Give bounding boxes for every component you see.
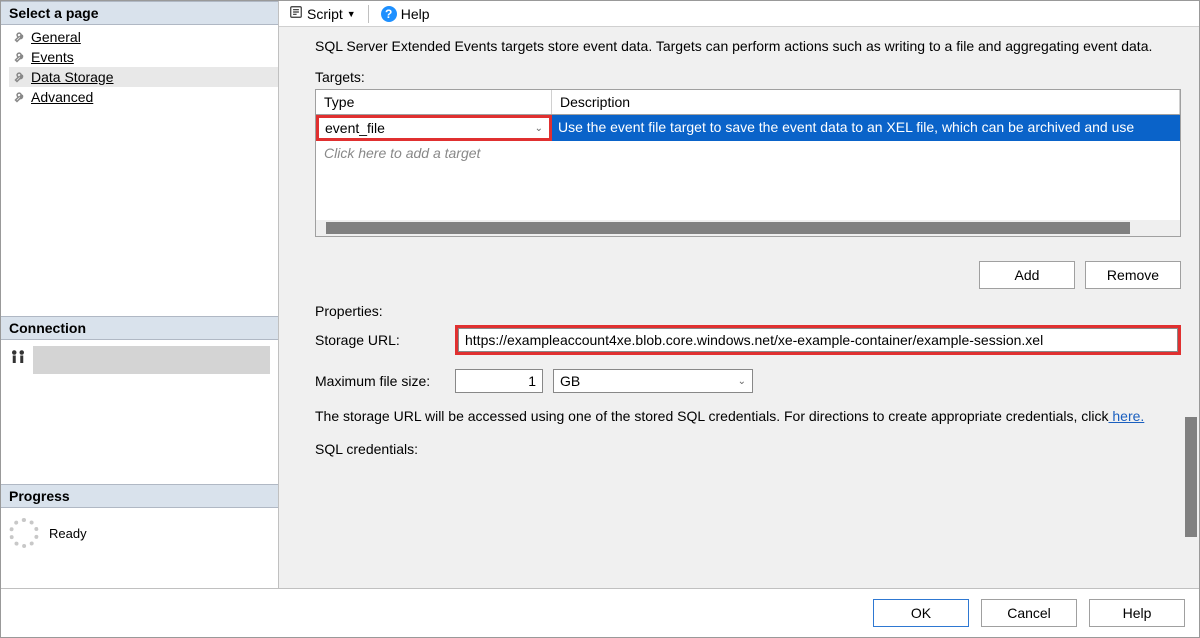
sidebar-item-data-storage[interactable]: Data Storage [9,67,278,87]
progress-spinner-icon [9,518,39,548]
help-label: Help [401,6,430,22]
remove-button[interactable]: Remove [1085,261,1181,289]
help-button[interactable]: ? Help [377,4,434,24]
script-button[interactable]: Script ▼ [285,3,360,24]
dropdown-arrow-icon: ▼ [347,9,356,19]
connection-icon [9,348,27,366]
sidebar: Select a page General Events [1,1,279,588]
properties-label: Properties: [315,303,1181,319]
cancel-button[interactable]: Cancel [981,599,1077,627]
wrench-icon [13,50,27,64]
connection-header: Connection [1,316,278,340]
sidebar-item-label: General [31,29,81,45]
max-file-size-input[interactable] [455,369,543,393]
target-type-dropdown[interactable]: event_file ⌄ [316,115,552,141]
sidebar-item-label: Data Storage [31,69,114,85]
target-type-value: event_file [325,120,385,136]
sidebar-item-events[interactable]: Events [9,47,278,67]
dialog-footer: OK Cancel Help [1,588,1199,637]
description-text: SQL Server Extended Events targets store… [315,37,1181,55]
horizontal-scrollbar[interactable] [316,220,1180,236]
max-file-size-unit-select[interactable]: GB ⌄ [553,369,753,393]
help-icon: ? [381,6,397,22]
script-icon [289,5,303,22]
table-row[interactable]: event_file ⌄ Use the event file target t… [316,115,1180,141]
hint-text: The storage URL will be accessed using o… [315,408,1108,424]
help-button-footer[interactable]: Help [1089,599,1185,627]
ok-button[interactable]: OK [873,599,969,627]
wrench-icon [13,90,27,104]
add-button[interactable]: Add [979,261,1075,289]
chevron-down-icon: ⌄ [535,123,543,134]
maximum-file-size-label: Maximum file size: [315,373,455,389]
targets-table: Type Description event_file ⌄ Use the ev… [315,89,1181,237]
script-label: Script [307,6,343,22]
targets-label: Targets: [315,69,1181,85]
toolbar-separator [368,5,369,23]
sidebar-item-general[interactable]: General [9,27,278,47]
add-target-hint[interactable]: Click here to add a target [316,141,1180,165]
hint-here-link[interactable]: here. [1108,408,1144,424]
connection-section [1,340,278,374]
storage-url-label: Storage URL: [315,332,455,348]
select-page-header: Select a page [1,1,278,25]
wrench-icon [13,70,27,84]
toolbar: Script ▼ ? Help [279,1,1199,27]
sql-credentials-label: SQL credentials: [315,441,1181,457]
sidebar-item-label: Events [31,49,74,65]
connection-value [33,346,270,374]
vertical-scrollbar[interactable] [1185,417,1197,537]
chevron-down-icon: ⌄ [738,376,746,387]
progress-status: Ready [49,526,87,541]
col-header-type[interactable]: Type [316,90,552,114]
unit-value: GB [560,373,580,389]
col-header-description[interactable]: Description [552,90,1180,114]
sidebar-item-label: Advanced [31,89,93,105]
wrench-icon [13,30,27,44]
storage-hint: The storage URL will be accessed using o… [315,407,1181,425]
content-pane: Script ▼ ? Help SQL Server Extended Even… [279,1,1199,588]
sidebar-item-advanced[interactable]: Advanced [9,87,278,107]
progress-header: Progress [1,484,278,508]
storage-url-input[interactable] [458,328,1178,352]
target-description-cell: Use the event file target to save the ev… [552,115,1180,141]
